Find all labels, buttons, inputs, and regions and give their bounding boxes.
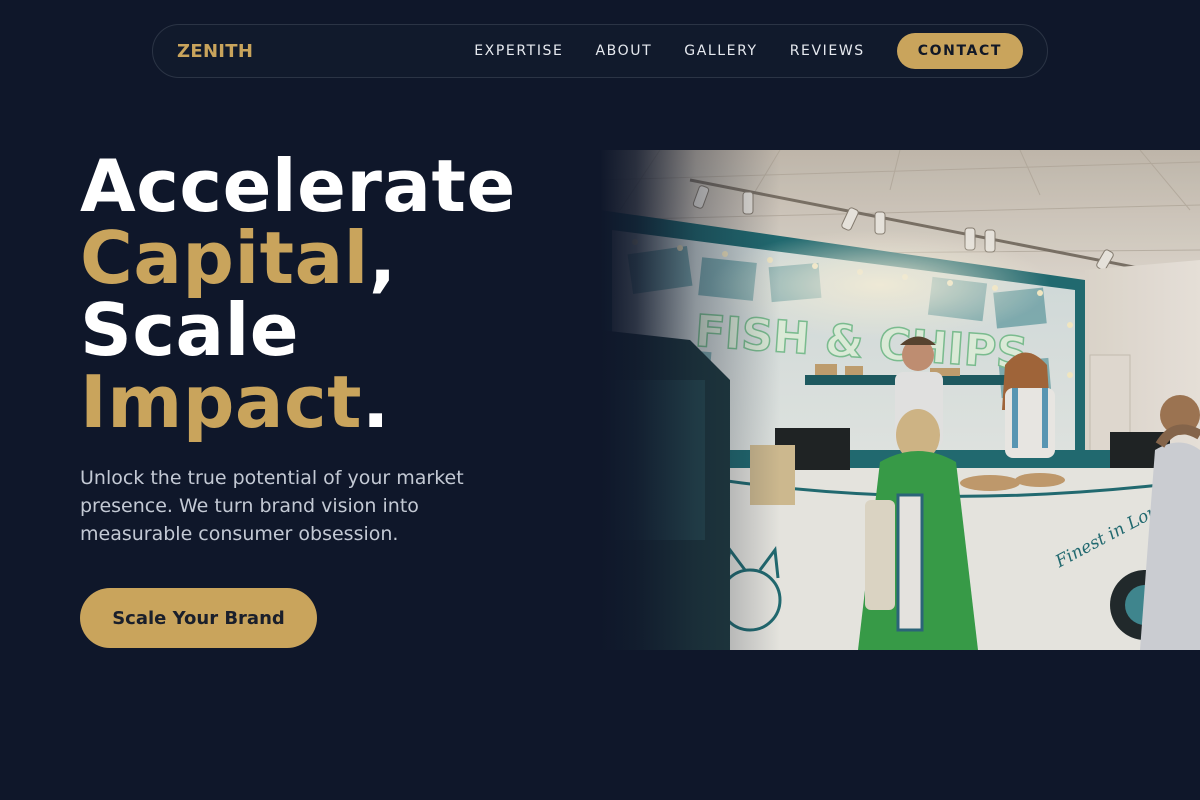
top-navbar: ZENITH EXPERTISE ABOUT GALLERY REVIEWS C… [152, 24, 1048, 78]
nav-link-about[interactable]: ABOUT [595, 43, 652, 59]
nav-links: EXPERTISE ABOUT GALLERY REVIEWS [474, 43, 865, 59]
headline-line-4: Impact. [80, 366, 600, 438]
nav-link-expertise[interactable]: EXPERTISE [474, 43, 563, 59]
brand-logo[interactable]: ZENITH [177, 41, 253, 62]
nav-link-gallery[interactable]: GALLERY [684, 43, 757, 59]
hero-headline: Accelerate Capital, Scale Impact. [80, 150, 600, 438]
headline-line-1: Accelerate [80, 144, 516, 228]
headline-word-impact: Impact [80, 360, 363, 444]
contact-button[interactable]: CONTACT [896, 33, 1023, 69]
headline-comma: , [368, 216, 397, 300]
headline-line-3: Scale [80, 288, 300, 372]
headline-period: . [362, 360, 390, 444]
scale-brand-button[interactable]: Scale Your Brand [80, 588, 317, 648]
headline-line-2: Capital, [80, 222, 600, 294]
hero-subtext: Unlock the true potential of your market… [80, 467, 464, 545]
fish-and-chips-stall-illustration: FISH & CHIPS Finest in London! [600, 150, 1200, 650]
nav-link-reviews[interactable]: REVIEWS [790, 43, 865, 59]
hero-photo: FISH & CHIPS Finest in London! [600, 150, 1200, 650]
landing-page: ZENITH EXPERTISE ABOUT GALLERY REVIEWS C… [0, 0, 1200, 800]
